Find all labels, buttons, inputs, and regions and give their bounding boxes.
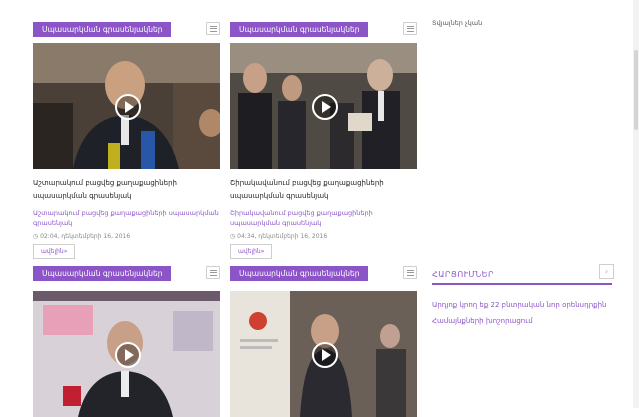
video-meta: ◷ 02:04, դեկտեմբերի 16, 2016: [33, 233, 131, 240]
section-title: ՀԱՐՑՈՒՄՆԵՐ: [432, 270, 495, 279]
video-thumbnail[interactable]: [230, 291, 417, 417]
announcements-list: Արդյոք կրող եք 22 բնտրական նոր օրենսդրքի…: [432, 297, 632, 329]
play-icon[interactable]: [114, 94, 141, 120]
video-description: Աշտարակում բացվեց քաղաքացիների սպասարկմա…: [33, 209, 219, 227]
list-icon[interactable]: [403, 22, 417, 35]
video-title[interactable]: Շիրակավանում բացվեց քաղաքացիների սպասարկ…: [230, 177, 417, 203]
video-card: Սպասարկման գրասենյակներ Շիրակավանում բաց…: [230, 22, 417, 262]
video-title[interactable]: Աշտարակում բացվեց քաղաքացիների սպասարկմա…: [33, 177, 220, 203]
list-icon[interactable]: [206, 22, 220, 35]
clock-icon: ◷: [33, 233, 39, 240]
category-badge[interactable]: Սպասարկման գրասենյակներ: [230, 22, 369, 37]
video-thumbnail[interactable]: [33, 43, 220, 169]
list-icon[interactable]: [206, 266, 220, 279]
category-badge[interactable]: Սպասարկման գրասենյակներ: [230, 266, 369, 281]
empty-state-text: Տվյալներ չկան: [432, 19, 483, 27]
video-date: դեկտեմբերի 16, 2016: [258, 233, 328, 240]
video-card: Սպասարկման գրասենյակներ Աշտարակում բացվե…: [33, 22, 220, 262]
list-icon[interactable]: [403, 266, 417, 279]
play-icon[interactable]: [114, 342, 141, 368]
video-card: Սպասարկման գրասենյակներ: [33, 266, 220, 417]
list-item[interactable]: Համայնքների խոշորացում: [432, 313, 632, 329]
list-item[interactable]: Արդյոք կրող եք 22 բնտրական նոր օրենսդրքի…: [432, 297, 632, 313]
video-description: Շիրակավանում բացվեց քաղաքացիների սպասարկ…: [230, 209, 373, 227]
announcements-header: ՀԱՐՑՈՒՄՆԵՐ ›: [432, 264, 614, 285]
scrollbar[interactable]: [633, 0, 639, 408]
scrollbar-thumb[interactable]: [634, 50, 638, 130]
play-icon[interactable]: [311, 94, 338, 120]
video-card: Սպասարկման գրասենյակներ: [230, 266, 417, 417]
category-badge[interactable]: Սպասարկման գրասենյակներ: [33, 22, 172, 37]
category-badge[interactable]: Սպասարկման գրասենյակներ: [33, 266, 172, 281]
chevron-right-icon[interactable]: ›: [599, 264, 614, 279]
video-thumbnail[interactable]: [230, 43, 417, 169]
read-more-label: ավելին: [238, 248, 261, 255]
video-time: 02:04: [40, 233, 58, 240]
video-time: 04:34: [237, 233, 255, 240]
video-meta: ◷ 04:34, դեկտեմբերի 16, 2016: [230, 233, 328, 240]
play-icon[interactable]: [311, 342, 338, 368]
video-date: դեկտեմբերի 16, 2016: [61, 233, 131, 240]
read-more-label: ավելին: [41, 248, 64, 255]
video-thumbnail[interactable]: [33, 291, 220, 417]
read-more-button[interactable]: ավելին»: [33, 244, 76, 259]
read-more-button[interactable]: ավելին»: [230, 244, 273, 259]
clock-icon: ◷: [230, 233, 236, 240]
